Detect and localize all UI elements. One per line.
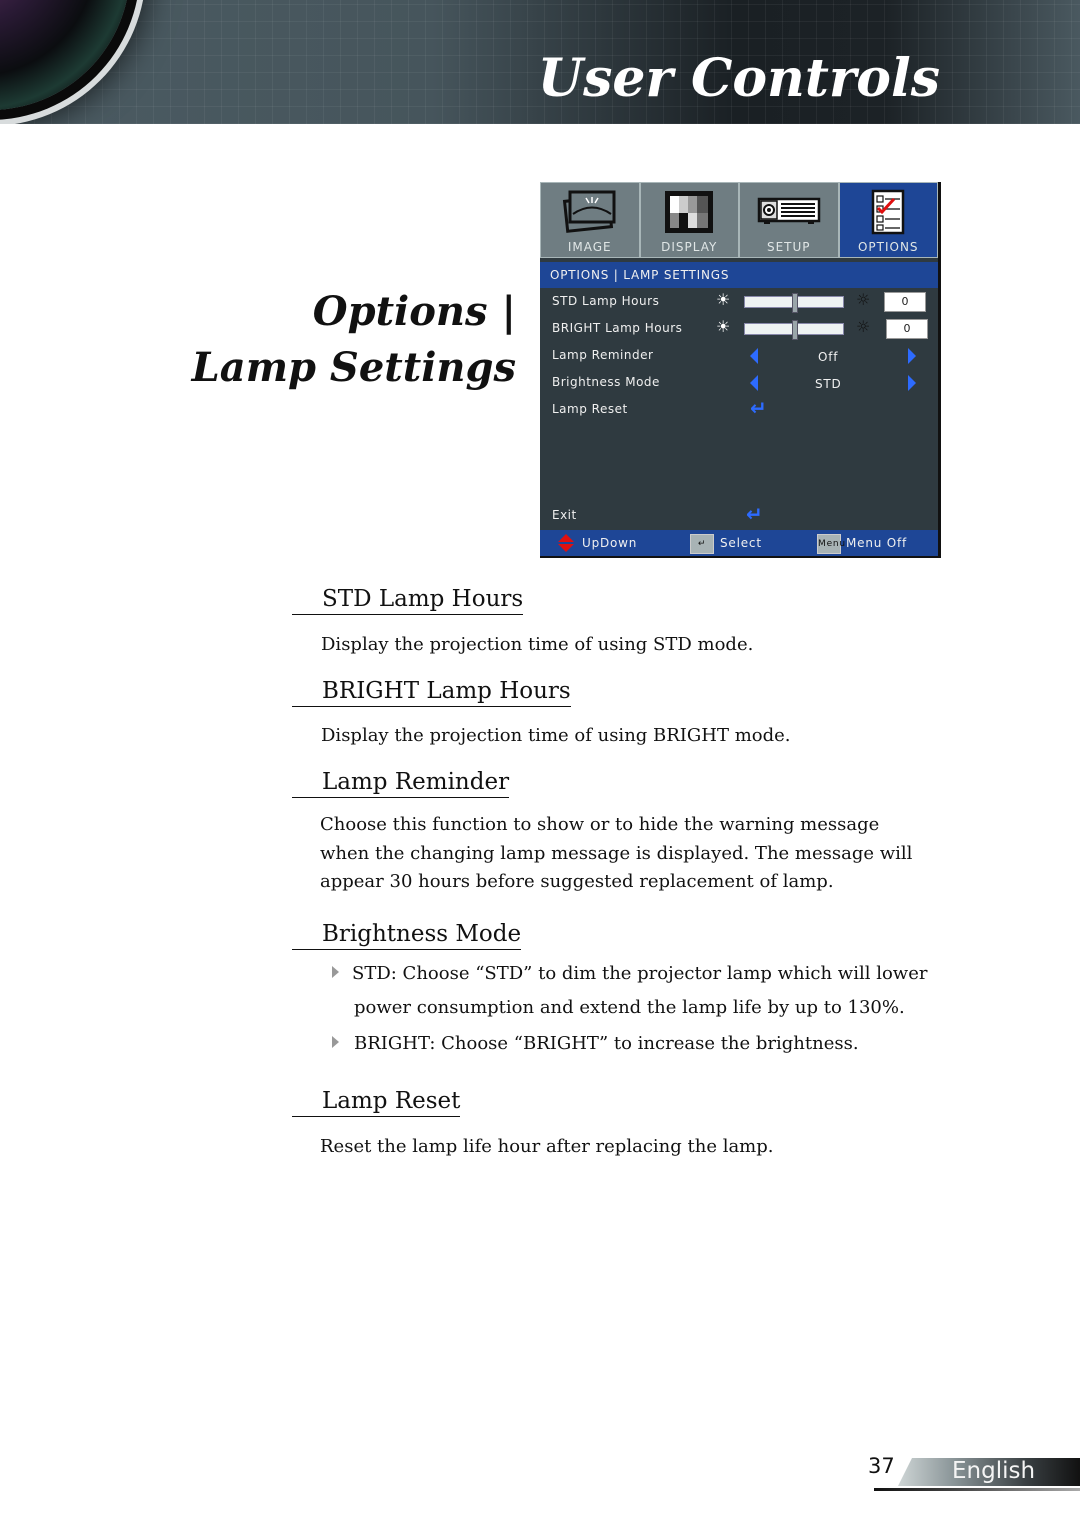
text-bright-lamp-hours: Display the projection time of using BRI… bbox=[321, 725, 791, 746]
tab-options-label: OPTIONS bbox=[857, 240, 919, 254]
tab-setup-label: SETUP bbox=[766, 240, 811, 254]
options-checklist-icon bbox=[872, 189, 905, 235]
menu-key-icon: Menu bbox=[817, 534, 845, 554]
osd-footer: UpDown ↵ Select Menu Menu Off bbox=[540, 530, 938, 556]
text-std-bullet-line2: power consumption and extend the lamp li… bbox=[354, 997, 905, 1018]
setup-projector-icon bbox=[757, 197, 820, 224]
bulb-lit-icon: ☀ bbox=[716, 317, 731, 336]
heading-bright-lamp-hours: BRIGHT Lamp Hours bbox=[292, 676, 571, 707]
bulb-lit-icon: ☀ bbox=[716, 290, 731, 309]
footer-select-label: Select bbox=[720, 536, 762, 550]
enter-icon[interactable]: ↵ bbox=[750, 398, 767, 418]
footer-menu-off-label: Menu Off bbox=[846, 536, 908, 550]
tab-display[interactable]: DISPLAY bbox=[639, 182, 739, 258]
osd-row-lamp-reminder-label: Lamp Reminder bbox=[552, 348, 654, 362]
text-bright-bullet: BRIGHT: Choose “BRIGHT” to increase the … bbox=[354, 1033, 859, 1054]
footer-updown-label: UpDown bbox=[582, 536, 638, 550]
select-key-icon: ↵ bbox=[690, 534, 714, 554]
osd-row-bright-lamp-hours-label: BRIGHT Lamp Hours bbox=[552, 321, 683, 335]
arrow-left-icon[interactable] bbox=[750, 375, 758, 391]
header-banner: User Controls bbox=[0, 0, 1080, 124]
section-title: Options | Lamp Settings bbox=[192, 284, 516, 396]
image-icon bbox=[562, 190, 616, 233]
tab-image-label: IMAGE bbox=[567, 240, 612, 254]
bright-lamp-hours-value: 0 bbox=[886, 319, 928, 339]
arrow-right-icon[interactable] bbox=[908, 375, 916, 391]
slider-knob[interactable] bbox=[792, 320, 798, 340]
bulb-off-icon: ☼ bbox=[856, 290, 871, 309]
osd-row-brightness-mode-label: Brightness Mode bbox=[552, 375, 660, 389]
osd-exit-label[interactable]: Exit bbox=[552, 508, 577, 522]
display-icon bbox=[665, 191, 714, 233]
arrow-right-icon[interactable] bbox=[908, 348, 916, 364]
updown-arrows-icon bbox=[558, 534, 574, 552]
footer-rule bbox=[874, 1488, 1080, 1491]
page-number: 37 bbox=[868, 1454, 895, 1478]
section-title-line1: Options | bbox=[312, 288, 516, 335]
osd-row-std-lamp-hours-label: STD Lamp Hours bbox=[552, 294, 660, 308]
text-lamp-reminder-line2: when the changing lamp message is displa… bbox=[320, 843, 913, 864]
heading-std-lamp-hours: STD Lamp Hours bbox=[292, 584, 524, 615]
tab-setup[interactable]: SETUP bbox=[739, 182, 839, 258]
tab-options[interactable]: OPTIONS bbox=[838, 182, 938, 258]
heading-brightness-mode: Brightness Mode bbox=[292, 919, 522, 950]
text-std-bullet-line1: STD: Choose “STD” to dim the projector l… bbox=[352, 963, 928, 984]
slider-knob[interactable] bbox=[792, 293, 798, 313]
language-label: English bbox=[952, 1458, 1036, 1484]
text-lamp-reset: Reset the lamp life hour after replacing… bbox=[320, 1136, 774, 1157]
chapter-title: User Controls bbox=[537, 48, 940, 109]
section-title-line2: Lamp Settings bbox=[191, 344, 516, 391]
enter-icon[interactable]: ↵ bbox=[746, 504, 763, 524]
heading-lamp-reminder: Lamp Reminder bbox=[292, 767, 510, 798]
osd-breadcrumb: OPTIONS | LAMP SETTINGS bbox=[540, 262, 938, 288]
bullet-arrow-icon bbox=[332, 966, 339, 978]
brightness-mode-value: STD bbox=[815, 377, 842, 391]
text-lamp-reminder-line1: Choose this function to show or to hide … bbox=[320, 814, 880, 835]
arrow-left-icon[interactable] bbox=[750, 348, 758, 364]
std-lamp-hours-value: 0 bbox=[884, 292, 926, 312]
osd-menu: IMAGE DISPLAY SETUP OPTIONS OPTIONS | LA… bbox=[540, 182, 941, 558]
lamp-reminder-value: Off bbox=[818, 350, 839, 364]
heading-lamp-reset: Lamp Reset bbox=[292, 1086, 461, 1117]
tab-image[interactable]: IMAGE bbox=[540, 182, 640, 258]
bright-lamp-hours-slider[interactable] bbox=[744, 320, 844, 340]
std-lamp-hours-slider[interactable] bbox=[744, 293, 844, 313]
bulb-off-icon: ☼ bbox=[856, 317, 871, 336]
osd-row-lamp-reset-label[interactable]: Lamp Reset bbox=[552, 402, 628, 416]
bullet-arrow-icon bbox=[332, 1036, 339, 1048]
projector-lens-graphic bbox=[0, 0, 130, 110]
text-lamp-reminder-line3: appear 30 hours before suggested replace… bbox=[320, 871, 834, 892]
osd-tab-bar: IMAGE DISPLAY SETUP OPTIONS bbox=[540, 182, 938, 260]
tab-display-label: DISPLAY bbox=[661, 240, 718, 254]
text-std-lamp-hours: Display the projection time of using STD… bbox=[321, 634, 754, 655]
